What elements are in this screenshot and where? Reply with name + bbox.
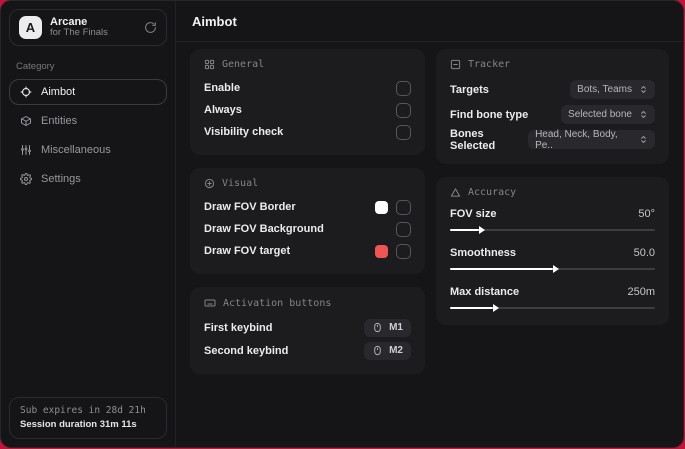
bones-selected-dropdown[interactable]: Head, Neck, Body, Pe.. [528, 129, 655, 151]
activation-card: Activation buttons First keybind M1 Seco… [190, 287, 425, 374]
app-window: A Arcane for The Finals Category Aimbot … [0, 0, 684, 448]
sidebar-header-card: A Arcane for The Finals [9, 9, 167, 46]
smoothness-value: 50.0 [633, 246, 655, 259]
setting-row-draw-fov-border: Draw FOV Border [204, 196, 411, 218]
tracker-card-header: Tracker [450, 59, 655, 70]
app-logo: A [19, 16, 42, 39]
subscription-expiry: Sub expires in 28d 21h [20, 405, 146, 416]
setting-row-bones-selected: Bones Selected Head, Neck, Body, Pe.. [450, 127, 655, 152]
main-area: Aimbot General Enable Always Visibility … [176, 1, 683, 447]
unfold-icon [639, 110, 648, 119]
visual-card-title: Visual [222, 178, 259, 189]
draw-fov-border-checkbox[interactable] [396, 199, 411, 215]
setting-row-draw-fov-background: Draw FOV Background [204, 218, 411, 240]
accuracy-card-header: Accuracy [450, 187, 655, 198]
mouse-icon [372, 345, 383, 356]
sidebar-item-label: Miscellaneous [41, 144, 111, 156]
draw-fov-background-checkbox[interactable] [396, 221, 411, 237]
circle-plus-icon [204, 178, 215, 189]
session-duration: Session duration 31m 11s [20, 419, 137, 430]
subscription-card: Sub expires in 28d 21h Session duration … [9, 397, 167, 439]
accuracy-card-title: Accuracy [468, 187, 517, 198]
setting-row-first-keybind: First keybind M1 [204, 316, 411, 339]
visual-card-header: Visual [204, 178, 411, 189]
fov-size-slider[interactable] [450, 225, 655, 235]
tracker-card-title: Tracker [468, 59, 511, 70]
always-checkbox[interactable] [396, 102, 411, 118]
setting-row-draw-fov-target: Draw FOV target [204, 240, 411, 262]
general-card-title: General [222, 59, 265, 70]
visual-card: Visual Draw FOV Border Draw FOV Backgrou… [190, 168, 425, 274]
sidebar-item-miscellaneous[interactable]: Miscellaneous [9, 137, 167, 163]
sidebar: A Arcane for The Finals Category Aimbot … [1, 1, 176, 447]
enable-checkbox[interactable] [396, 80, 411, 96]
category-label: Category [16, 61, 55, 72]
sidebar-item-label: Entities [41, 115, 78, 127]
entities-icon [20, 115, 32, 127]
unfold-icon [639, 135, 648, 144]
activation-card-title: Activation buttons [223, 297, 332, 309]
setting-row-smoothness: Smoothness 50.0 [450, 244, 655, 274]
square-minus-icon [450, 59, 461, 70]
gear-icon [20, 173, 32, 185]
fov-size-value: 50° [638, 207, 655, 220]
slider-thumb[interactable] [478, 226, 485, 234]
desktop-background: A Arcane for The Finals Category Aimbot … [0, 0, 685, 449]
sync-icon[interactable] [144, 21, 157, 34]
setting-row-fov-size: FOV size 50° [450, 205, 655, 235]
app-subtitle: for The Finals [50, 27, 108, 39]
grid-icon [204, 59, 215, 70]
page-title: Aimbot [192, 13, 237, 29]
setting-row-find-bone-type: Find bone type Selected bone [450, 102, 655, 127]
second-keybind-button[interactable]: M2 [364, 341, 411, 360]
sidebar-nav: Aimbot Entities Miscellaneous Settings [9, 79, 167, 192]
max-distance-slider[interactable] [450, 303, 655, 313]
slider-thumb[interactable] [552, 265, 559, 273]
content: General Enable Always Visibility check V… [176, 42, 683, 384]
general-card-header: General [204, 59, 411, 70]
setting-row-max-distance: Max distance 250m [450, 283, 655, 313]
setting-row-targets: Targets Bots, Teams [450, 77, 655, 102]
max-distance-value: 250m [627, 285, 655, 298]
triangle-icon [450, 187, 461, 198]
first-keybind-button[interactable]: M1 [364, 318, 411, 337]
setting-row-enable: Enable [204, 77, 411, 99]
visibility-check-checkbox[interactable] [396, 124, 411, 140]
setting-row-second-keybind: Second keybind M2 [204, 339, 411, 362]
crosshair-icon [20, 86, 32, 98]
column-left: General Enable Always Visibility check V… [190, 49, 425, 374]
slider-thumb[interactable] [493, 304, 500, 312]
fov-target-color-swatch[interactable] [375, 244, 388, 258]
general-card: General Enable Always Visibility check [190, 49, 425, 155]
draw-fov-target-checkbox[interactable] [396, 243, 411, 259]
keyboard-icon [204, 297, 216, 309]
unfold-icon [639, 85, 648, 94]
sliders-icon [20, 144, 32, 156]
sidebar-item-aimbot[interactable]: Aimbot [9, 79, 167, 105]
targets-dropdown[interactable]: Bots, Teams [570, 80, 655, 99]
accuracy-card: Accuracy FOV size 50° Smoothness 50.0 Ma… [436, 177, 669, 325]
main-header: Aimbot [176, 1, 683, 42]
find-bone-type-dropdown[interactable]: Selected bone [561, 105, 655, 124]
tracker-card: Tracker Targets Bots, Teams Find bone ty… [436, 49, 669, 164]
sidebar-item-entities[interactable]: Entities [9, 108, 167, 134]
sidebar-item-label: Aimbot [41, 86, 76, 98]
fov-border-color-swatch[interactable] [375, 200, 388, 214]
sidebar-item-settings[interactable]: Settings [9, 166, 167, 192]
sidebar-item-label: Settings [41, 173, 81, 185]
smoothness-slider[interactable] [450, 264, 655, 274]
mouse-icon [372, 322, 383, 333]
setting-row-visibility-check: Visibility check [204, 121, 411, 143]
app-titles: Arcane for The Finals [50, 16, 108, 40]
activation-card-header: Activation buttons [204, 297, 411, 309]
setting-row-always: Always [204, 99, 411, 121]
column-right: Tracker Targets Bots, Teams Find bone ty… [436, 49, 669, 325]
